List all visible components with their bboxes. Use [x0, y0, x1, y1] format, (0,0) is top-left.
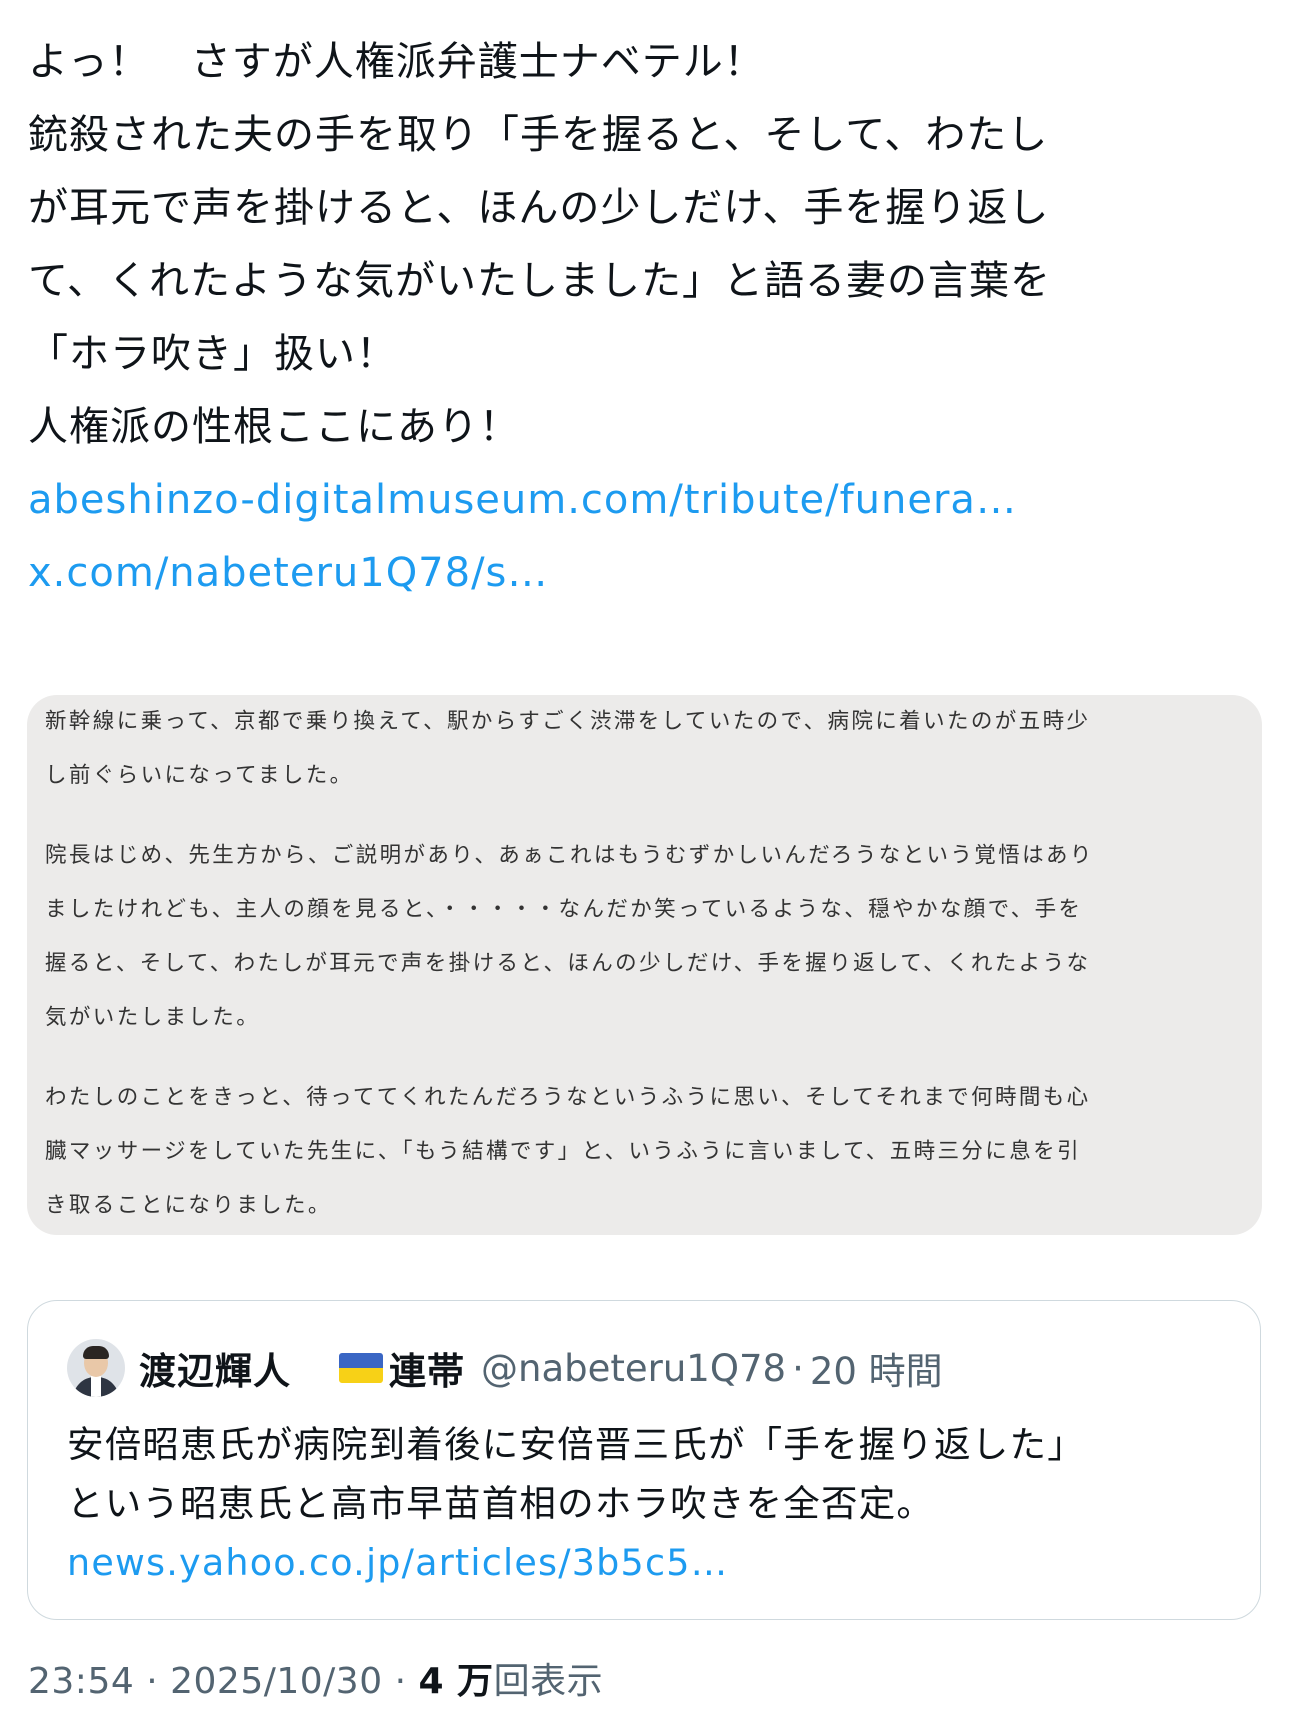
view-label: 回表示 [493, 1661, 604, 1702]
tweet-text-line: 人権派の性根ここにあり！ [28, 404, 520, 450]
tweet-text-line: て、くれたような気がいたしました」と語る妻の言葉を [28, 258, 1051, 304]
quoted-tweet-card[interactable]: 渡辺輝人 連帯 @nabeteru1Q78 · 20 時間 安倍昭恵氏が病院到着… [27, 1300, 1261, 1620]
tweet-text-line: よっ！ さすが人権派弁護士ナベテル！ [28, 39, 765, 85]
image-text-line: き取ることになりました。 [45, 1193, 332, 1218]
tweet-footer: 23:54 · 2025/10/30 · 4 万回表示 [28, 1652, 603, 1704]
yahoo-news-link[interactable]: news.yahoo.co.jp/articles/3b5c5… [67, 1533, 1247, 1592]
author-handle[interactable]: @nabeteru1Q78 [481, 1347, 786, 1390]
image-paragraph: 新幹線に乗って、京都で乗り換えて、駅からすごく渋滞をしていたので、病院に着いたの… [27, 695, 1262, 803]
museum-link[interactable]: abeshinzo-digitalmuseum.com/tribute/fune… [28, 464, 1258, 537]
tweet-text-line: 銃殺された夫の手を取り「手を握ると、そして、わたし [28, 112, 1049, 158]
image-text-line: 院長はじめ、先生方から、ご説明があり、あぁこれはもうむずかしいんだろうなという覚… [45, 843, 1094, 868]
x-post-link[interactable]: x.com/nabeteru1Q78/s… [28, 537, 1258, 610]
post-time-ago: 20 時間 [809, 1350, 943, 1393]
quote-text-line: という昭恵氏と高市早苗首相のホラ吹きを全否定。 [67, 1482, 935, 1525]
footer-separator: · [394, 1661, 407, 1702]
quote-text-line: 安倍昭恵氏が病院到着後に安倍晋三氏が「手を握り返した」 [67, 1423, 1085, 1466]
author-tag: 連帯 [389, 1350, 465, 1393]
image-text-line: 臓マッサージをしていた先生に、「もう結構です」と、いうふうに言いまして、五時三分… [45, 1139, 1081, 1164]
image-paragraph: わたしのことをきっと、待っててくれたんだろうなというふうに思い、そしてそれまで何… [27, 1045, 1262, 1233]
quoted-tweet-text: 安倍昭恵氏が病院到着後に安倍晋三氏が「手を握り返した」 という昭恵氏と高市早苗首… [67, 1415, 1247, 1592]
tweet-body: よっ！ さすが人権派弁護士ナベテル！ 銃殺された夫の手を取り「手を握ると、そして… [28, 26, 1258, 610]
tweet-text-line: が耳元で声を掛けると、ほんの少しだけ、手を握り返し [28, 185, 1050, 231]
meta-separator: · [792, 1346, 804, 1390]
post-time[interactable]: 23:54 [28, 1661, 134, 1702]
image-text-line: 新幹線に乗って、京都で乗り換えて、駅からすごく渋滞をしていたので、病院に着いたの… [45, 709, 1091, 734]
footer-separator: · [146, 1661, 159, 1702]
image-text-line: し前ぐらいになってました。 [45, 763, 354, 788]
attached-image-card[interactable]: 新幹線に乗って、京都で乗り換えて、駅からすごく渋滞をしていたので、病院に着いたの… [27, 695, 1262, 1235]
ukraine-flag-icon [339, 1353, 383, 1383]
image-paragraph: 院長はじめ、先生方から、ご説明があり、あぁこれはもうむずかしいんだろうなという覚… [27, 803, 1262, 1045]
image-text-line: ましたけれども、主人の顔を見ると、・・・・・なんだか笑っているような、穏やかな顔… [45, 897, 1083, 922]
image-text-line: 気がいたしました。 [45, 1005, 261, 1030]
image-text-line: わたしのことをきっと、待っててくれたんだろうなというふうに思い、そしてそれまで何… [45, 1085, 1091, 1110]
view-count: 4 万 [418, 1661, 494, 1702]
tweet-text-line: 「ホラ吹き」扱い！ [28, 331, 397, 377]
quoted-tweet-header: 渡辺輝人 連帯 @nabeteru1Q78 · 20 時間 [67, 1338, 943, 1398]
avatar[interactable] [67, 1339, 125, 1397]
author-name[interactable]: 渡辺輝人 [139, 1341, 291, 1395]
post-date[interactable]: 2025/10/30 [170, 1661, 383, 1702]
image-text-line: 握ると、そして、わたしが耳元で声を掛けると、ほんの少しだけ、手を握り返して、くれ… [45, 951, 1091, 976]
